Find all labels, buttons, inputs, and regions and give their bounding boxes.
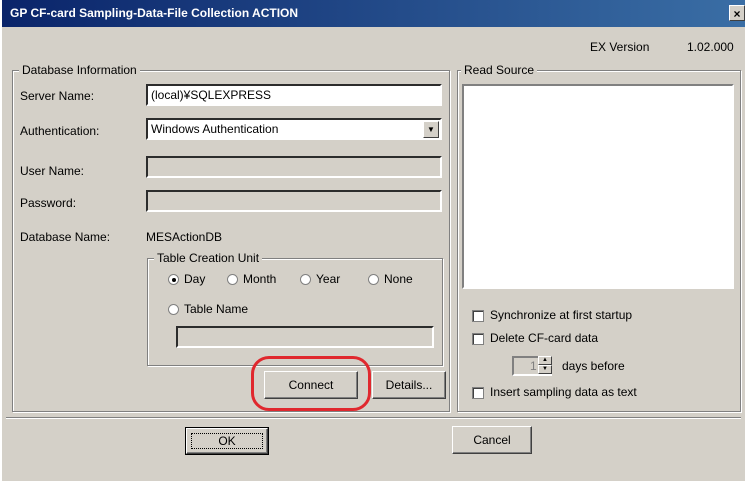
insert-as-text-label: Insert sampling data as text: [490, 385, 637, 399]
insert-as-text-checkbox[interactable]: [472, 387, 484, 399]
day-label: Day: [184, 272, 206, 286]
chevron-down-icon[interactable]: ▼: [423, 121, 439, 138]
table-name-label: Table Name: [184, 302, 249, 316]
days-spinner[interactable]: 1 ▲ ▼: [512, 356, 552, 376]
synchronize-checkbox[interactable]: [472, 310, 484, 322]
ok-button[interactable]: OK: [185, 427, 269, 455]
version-label: EX Version: [590, 40, 650, 54]
separator: [6, 417, 741, 419]
day-radio[interactable]: [168, 274, 179, 285]
spinner-arrows[interactable]: ▲ ▼: [538, 356, 552, 376]
table-name-input[interactable]: [176, 326, 434, 348]
window-title: GP CF-card Sampling-Data-File Collection…: [10, 6, 299, 20]
server-name-input[interactable]: (local)¥SQLEXPRESS: [146, 84, 442, 106]
server-name-label: Server Name:: [20, 89, 95, 103]
spin-up-icon[interactable]: ▲: [538, 356, 552, 365]
title-bar[interactable]: GP CF-card Sampling-Data-File Collection…: [2, 0, 745, 27]
focus-rectangle: [191, 433, 263, 449]
connect-highlight-circle: [251, 356, 371, 411]
database-name-value: MESActionDB: [146, 230, 223, 244]
user-name-input[interactable]: [146, 156, 442, 178]
none-radio[interactable]: [368, 274, 379, 285]
details-button[interactable]: Details...: [372, 371, 446, 399]
password-label: Password:: [20, 196, 77, 210]
days-value: 1: [530, 359, 537, 373]
synchronize-label: Synchronize at first startup: [490, 308, 633, 322]
user-name-label: User Name:: [20, 164, 85, 178]
table-creation-unit-legend: Table Creation Unit: [154, 251, 263, 265]
month-label: Month: [243, 272, 277, 286]
close-icon[interactable]: ×: [729, 5, 745, 21]
authentication-label: Authentication:: [20, 124, 100, 138]
month-radio[interactable]: [227, 274, 238, 285]
table-name-radio[interactable]: [168, 304, 179, 315]
delete-cf-card-label: Delete CF-card data: [490, 331, 599, 345]
year-radio[interactable]: [300, 274, 311, 285]
database-information-legend: Database Information: [19, 63, 140, 77]
days-before-label: days before: [562, 359, 625, 373]
read-source-legend: Read Source: [461, 63, 538, 77]
database-name-label: Database Name:: [20, 230, 111, 244]
delete-cf-card-checkbox[interactable]: [472, 333, 484, 345]
version-number: 1.02.000: [687, 40, 734, 54]
password-input[interactable]: [146, 190, 442, 212]
authentication-select[interactable]: Windows Authentication ▼: [146, 118, 442, 140]
cancel-button[interactable]: Cancel: [452, 426, 532, 454]
none-label: None: [384, 272, 413, 286]
authentication-value: Windows Authentication: [151, 122, 279, 136]
read-source-list[interactable]: [462, 84, 734, 289]
spin-down-icon[interactable]: ▼: [538, 365, 552, 374]
year-label: Year: [316, 272, 341, 286]
dialog-window: GP CF-card Sampling-Data-File Collection…: [2, 0, 745, 481]
